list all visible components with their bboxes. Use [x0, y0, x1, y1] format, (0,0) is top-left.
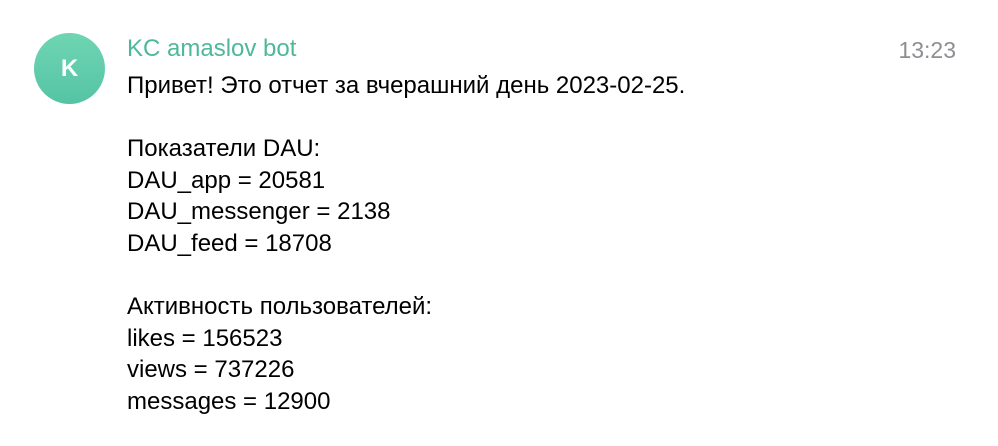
- message-text: Привет! Это отчет за вчерашний день 2023…: [127, 70, 947, 418]
- sender-name[interactable]: KC amaslov bot: [127, 35, 296, 63]
- message-line: Показатели DAU:: [127, 135, 321, 163]
- message-line: views = 737226: [127, 356, 295, 384]
- message-line: DAU_messenger = 2138: [127, 198, 391, 226]
- message-line: DAU_app = 20581: [127, 166, 326, 194]
- message-line: messages = 12900: [127, 387, 331, 415]
- avatar[interactable]: K: [34, 33, 105, 104]
- message-line: Привет! Это отчет за вчерашний день 2023…: [127, 72, 686, 99]
- avatar-letter: K: [60, 54, 79, 82]
- message-line: Активность пользователей:: [127, 293, 433, 321]
- message-line: DAU_feed = 18708: [127, 229, 332, 257]
- chat-message: K KC amaslov bot 13:23 Привет! Это отчет…: [0, 0, 998, 446]
- message-line: likes = 156523: [127, 324, 283, 352]
- message-time: 13:23: [898, 37, 956, 63]
